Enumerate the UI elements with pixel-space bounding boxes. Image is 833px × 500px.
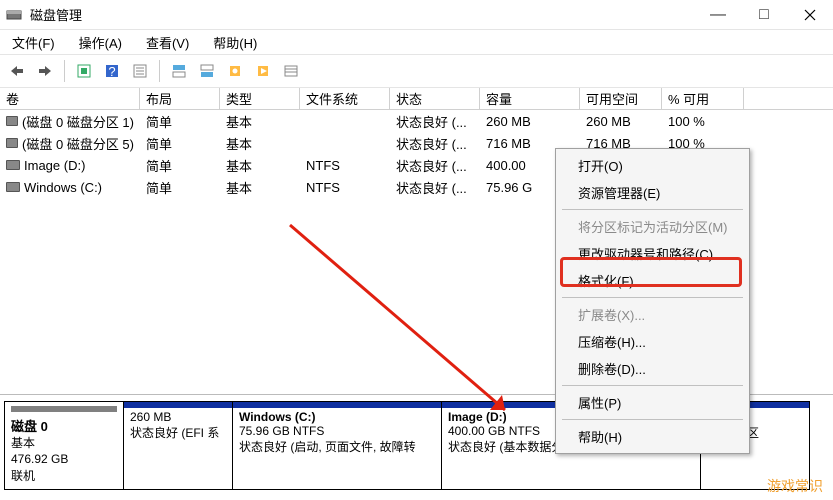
ctx-help[interactable]: 帮助(H) xyxy=(558,423,747,450)
cell-cap: 260 MB xyxy=(480,114,580,129)
cell-status: 状态良好 (... xyxy=(390,178,480,197)
ctx-properties[interactable]: 属性(P) xyxy=(558,389,747,416)
col-pct[interactable]: % 可用 xyxy=(662,88,744,109)
menu-help[interactable]: 帮助(H) xyxy=(205,31,265,54)
col-free[interactable]: 可用空间 xyxy=(580,88,662,109)
volume-name: Windows (C:) xyxy=(239,410,435,424)
window-title: 磁盘管理 xyxy=(30,5,695,24)
back-icon[interactable] xyxy=(6,60,28,82)
ctx-change-drive[interactable]: 更改驱动器号和路径(C)... xyxy=(558,240,747,267)
volume-icon xyxy=(6,160,20,170)
ctx-open[interactable]: 打开(O) xyxy=(558,152,747,179)
forward-icon[interactable] xyxy=(34,60,56,82)
cell-volume: (磁盘 0 磁盘分区 1) xyxy=(22,112,134,131)
cell-fs: NTFS xyxy=(300,158,390,173)
menubar: 文件(F) 操作(A) 查看(V) 帮助(H) xyxy=(0,30,833,54)
col-fs[interactable]: 文件系统 xyxy=(300,88,390,109)
disk-info[interactable]: 磁盘 0 基本 476.92 GB 联机 xyxy=(4,401,124,490)
properties-icon[interactable] xyxy=(129,60,151,82)
maximize-button[interactable]: □ xyxy=(741,0,787,30)
cell-type: 基本 xyxy=(220,178,300,197)
disk-label: 磁盘 0 xyxy=(11,416,117,435)
ctx-extend: 扩展卷(X)... xyxy=(558,301,747,328)
context-menu: 打开(O) 资源管理器(E) 将分区标记为活动分区(M) 更改驱动器号和路径(C… xyxy=(555,148,750,454)
cell-layout: 简单 xyxy=(140,134,220,153)
watermark: 游戏常识 xyxy=(767,476,823,496)
cell-pct: 100 % xyxy=(662,114,744,129)
close-button[interactable] xyxy=(787,0,833,30)
col-layout[interactable]: 布局 xyxy=(140,88,220,109)
col-type[interactable]: 类型 xyxy=(220,88,300,109)
col-status[interactable]: 状态 xyxy=(390,88,480,109)
cell-layout: 简单 xyxy=(140,156,220,175)
volume-icon xyxy=(6,182,20,192)
menu-action[interactable]: 操作(A) xyxy=(71,31,130,54)
action-icon[interactable] xyxy=(252,60,274,82)
table-row[interactable]: (磁盘 0 磁盘分区 1) 简单 基本 状态良好 (... 260 MB 260… xyxy=(0,110,833,132)
menu-view[interactable]: 查看(V) xyxy=(138,31,197,54)
volume-size: 75.96 GB NTFS xyxy=(239,424,435,438)
cell-volume: Image (D:) xyxy=(24,158,85,173)
volume-icon xyxy=(6,138,18,148)
cell-fs: NTFS xyxy=(300,180,390,195)
refresh-icon[interactable] xyxy=(73,60,95,82)
table-header: 卷 布局 类型 文件系统 状态 容量 可用空间 % 可用 xyxy=(0,88,833,110)
volume-block[interactable]: 260 MB 状态良好 (EFI 系 xyxy=(123,401,233,490)
volume-icon xyxy=(6,116,18,126)
volume-status: 状态良好 (EFI 系 xyxy=(130,424,226,441)
menu-file[interactable]: 文件(F) xyxy=(4,31,63,54)
disk-status: 联机 xyxy=(11,468,117,485)
help-icon[interactable]: ? xyxy=(101,60,123,82)
cell-layout: 简单 xyxy=(140,112,220,131)
settings-icon[interactable] xyxy=(224,60,246,82)
disk-type: 基本 xyxy=(11,435,117,452)
ctx-shrink[interactable]: 压缩卷(H)... xyxy=(558,328,747,355)
cell-layout: 简单 xyxy=(140,178,220,197)
cell-status: 状态良好 (... xyxy=(390,112,480,131)
svg-text:?: ? xyxy=(108,64,115,79)
view-bottom-icon[interactable] xyxy=(196,60,218,82)
col-capacity[interactable]: 容量 xyxy=(480,88,580,109)
toolbar: ? xyxy=(0,54,833,88)
list-icon[interactable] xyxy=(280,60,302,82)
col-volume[interactable]: 卷 xyxy=(0,88,140,109)
cell-volume: Windows (C:) xyxy=(24,180,102,195)
cell-free: 260 MB xyxy=(580,114,662,129)
titlebar: 磁盘管理 — □ xyxy=(0,0,833,30)
ctx-format[interactable]: 格式化(F)... xyxy=(558,267,747,294)
ctx-explorer[interactable]: 资源管理器(E) xyxy=(558,179,747,206)
cell-status: 状态良好 (... xyxy=(390,134,480,153)
app-icon xyxy=(6,6,24,24)
volume-status: 状态良好 (启动, 页面文件, 故障转 xyxy=(239,438,435,455)
disk-size: 476.92 GB xyxy=(11,451,117,468)
ctx-mark-active: 将分区标记为活动分区(M) xyxy=(558,213,747,240)
view-top-icon[interactable] xyxy=(168,60,190,82)
ctx-delete[interactable]: 删除卷(D)... xyxy=(558,355,747,382)
volume-block[interactable]: Windows (C:) 75.96 GB NTFS 状态良好 (启动, 页面文… xyxy=(232,401,442,490)
cell-type: 基本 xyxy=(220,156,300,175)
minimize-button[interactable]: — xyxy=(695,0,741,30)
cell-type: 基本 xyxy=(220,112,300,131)
cell-status: 状态良好 (... xyxy=(390,156,480,175)
cell-type: 基本 xyxy=(220,134,300,153)
cell-volume: (磁盘 0 磁盘分区 5) xyxy=(22,134,134,153)
volume-size: 260 MB xyxy=(130,410,226,424)
